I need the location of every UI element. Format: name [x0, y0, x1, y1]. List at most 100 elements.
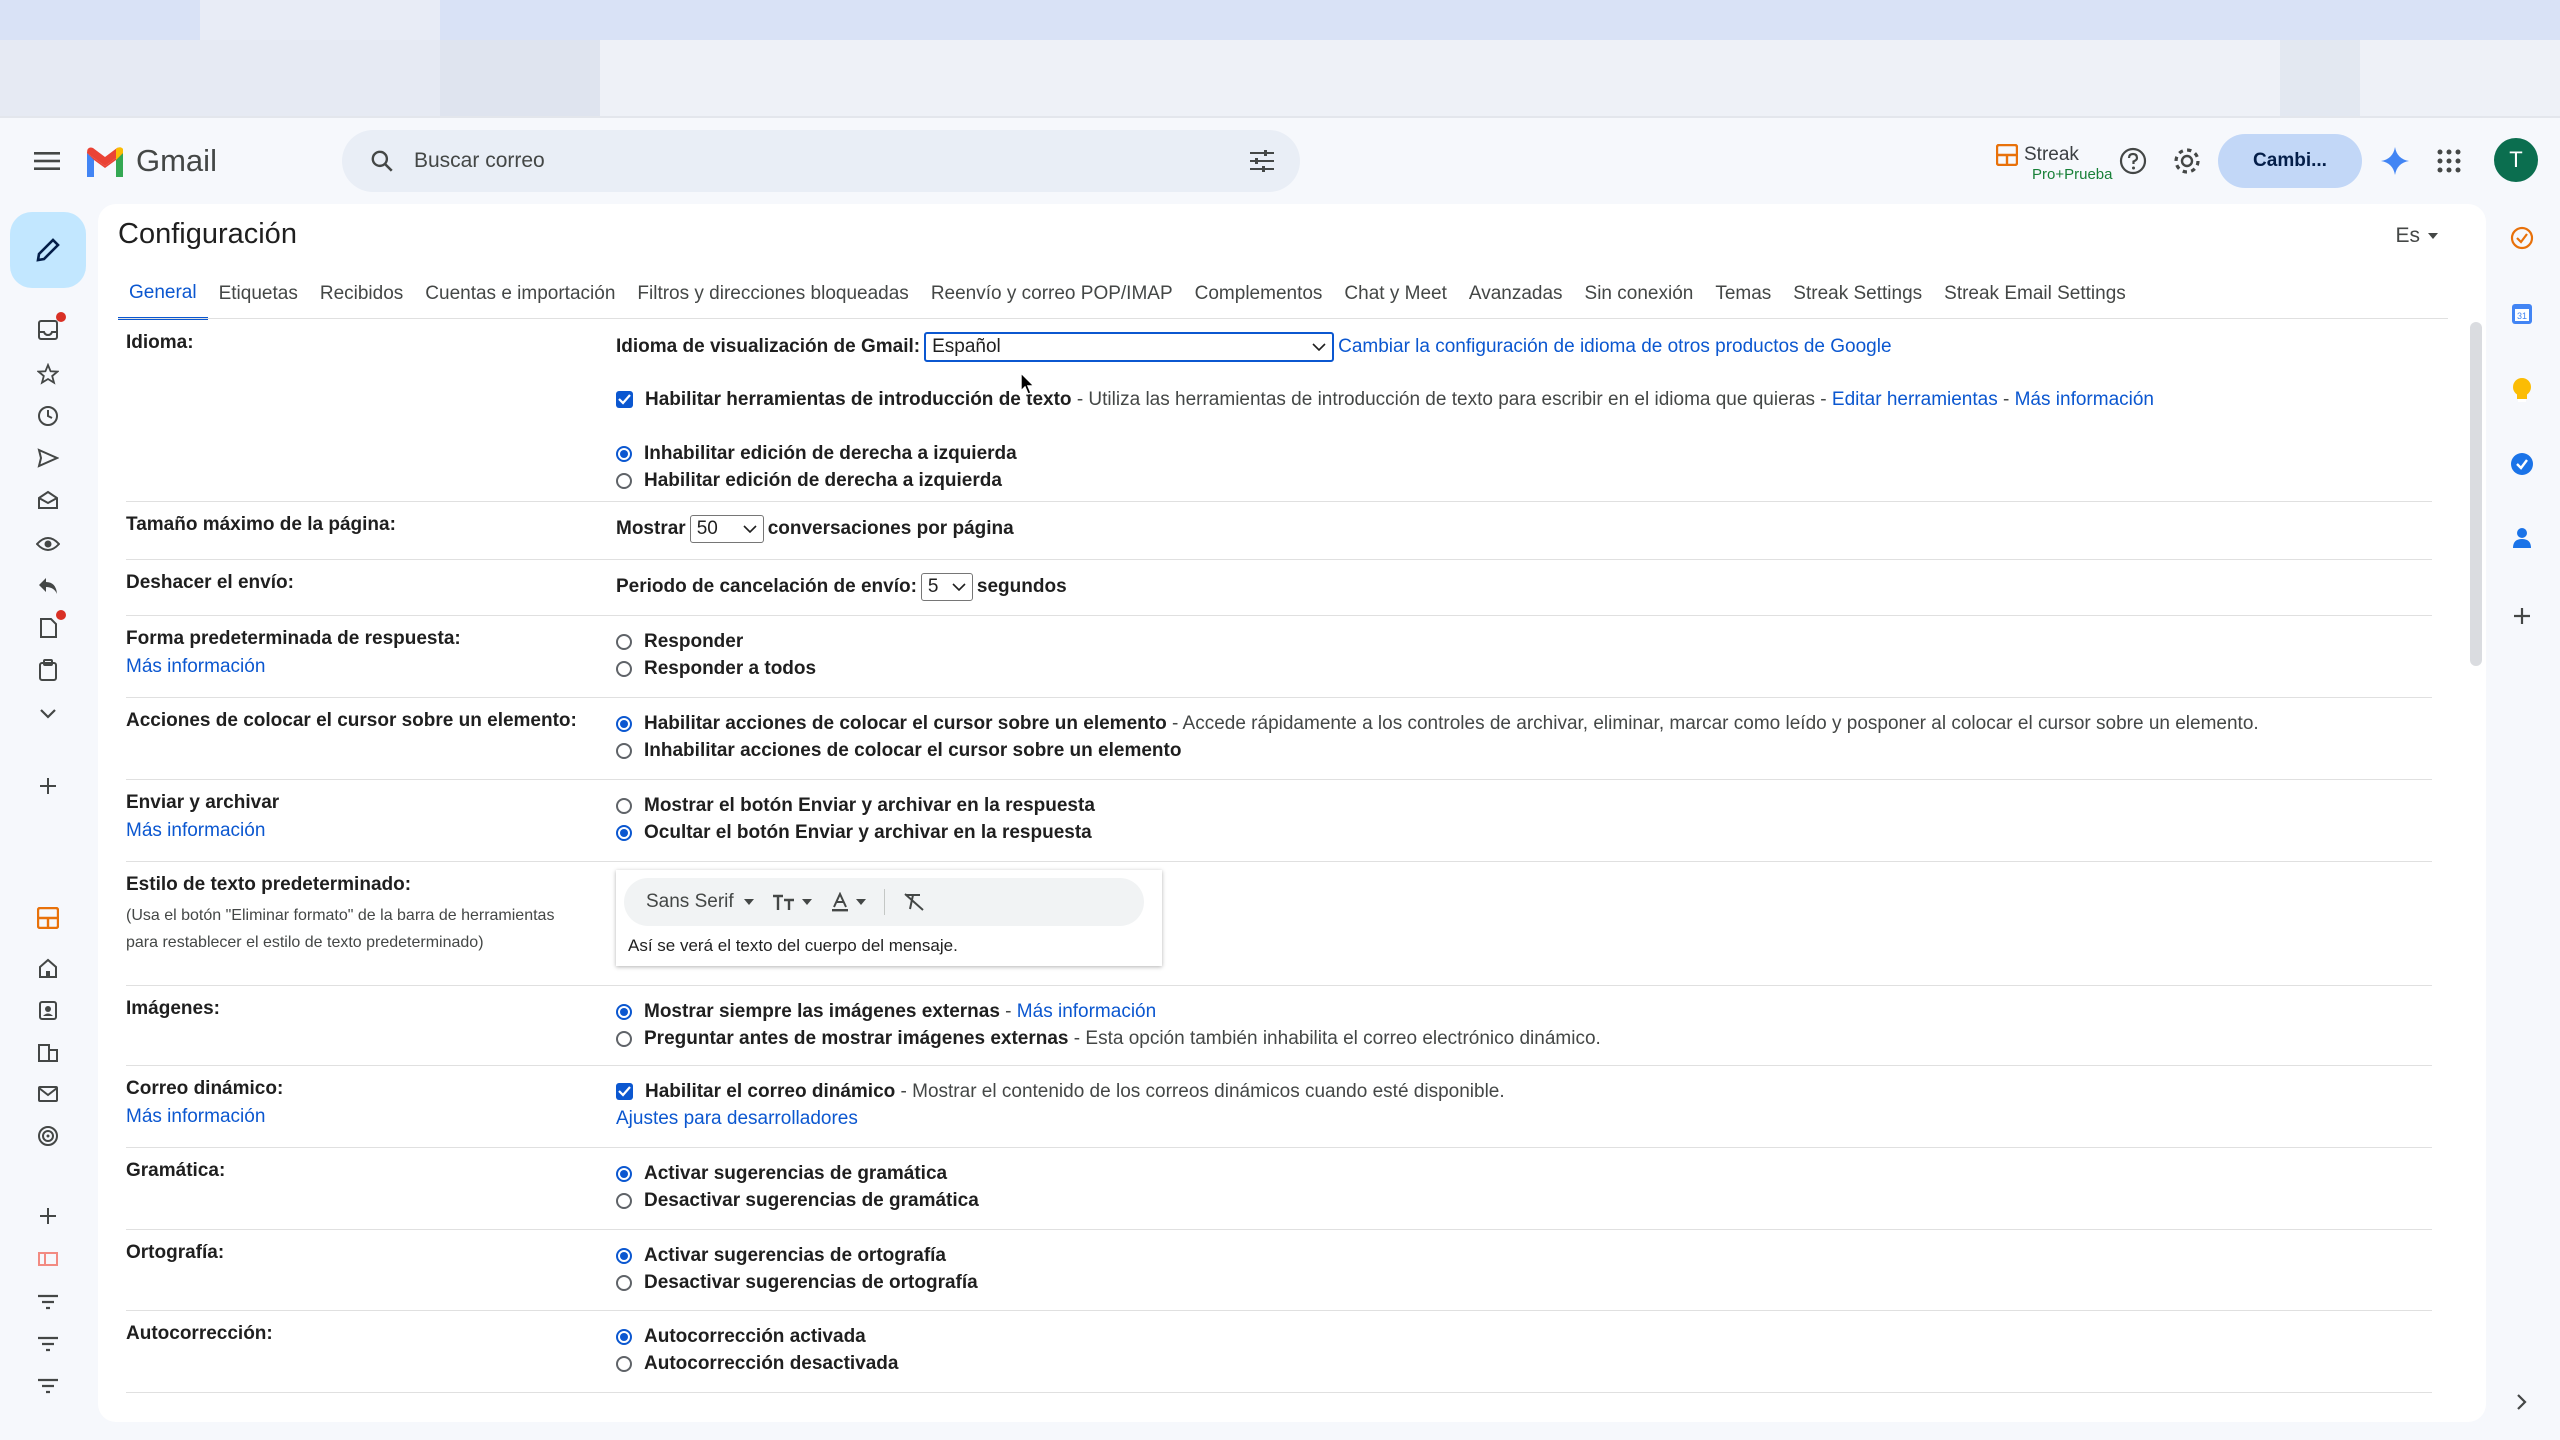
filter-button[interactable]	[28, 1282, 68, 1322]
gmail-logo[interactable]: Gmail	[84, 138, 217, 184]
grammar-off-option[interactable]: Desactivar sugerencias de gramática	[616, 1187, 2426, 1214]
radio-button[interactable]	[616, 742, 632, 759]
tasks-button[interactable]	[2502, 444, 2542, 484]
radio-button[interactable]	[616, 472, 632, 489]
page-size-select[interactable]: 50	[689, 515, 764, 543]
radio-button[interactable]	[616, 1247, 632, 1264]
organizations-button[interactable]	[28, 1032, 68, 1072]
tracking-button[interactable]	[28, 1116, 68, 1156]
compose-button[interactable]	[10, 212, 86, 288]
tab-themes[interactable]: Temas	[1704, 268, 1782, 320]
streak-tasks-button[interactable]	[2502, 218, 2542, 258]
gemini-button[interactable]	[2374, 140, 2416, 182]
tab-forwarding[interactable]: Reenvío y correo POP/IMAP	[920, 268, 1184, 320]
sent-button[interactable]	[28, 438, 68, 478]
calendar-button[interactable]: 31	[2502, 294, 2542, 334]
contacts-panel-button[interactable]	[2502, 518, 2542, 558]
tab-general[interactable]: General	[118, 268, 208, 320]
settings-scrollbar[interactable]	[2470, 322, 2482, 666]
more-info-link[interactable]: Más información	[126, 820, 596, 842]
more-button[interactable]	[28, 694, 68, 734]
radio-button[interactable]	[616, 715, 632, 732]
pipeline-button[interactable]	[28, 1240, 68, 1280]
radio-button[interactable]	[616, 824, 632, 841]
developer-settings-link[interactable]: Ajustes para desarrolladores	[616, 1108, 858, 1130]
font-size-button[interactable]	[772, 893, 812, 911]
radio-button[interactable]	[616, 1355, 632, 1372]
radio-button[interactable]	[616, 1328, 632, 1345]
remove-format-button[interactable]	[903, 892, 925, 912]
radio-button[interactable]	[616, 1030, 632, 1047]
undo-send-select[interactable]: 5	[920, 573, 973, 601]
rtl-option-2[interactable]: Habilitar edición de derecha a izquierda	[616, 467, 2426, 494]
radio-button[interactable]	[616, 633, 632, 650]
streak-views-button[interactable]	[28, 524, 68, 564]
autocorrect-on-option[interactable]: Autocorrección activada	[616, 1323, 2426, 1350]
tab-chat-meet[interactable]: Chat y Meet	[1333, 268, 1457, 320]
change-language-link[interactable]: Cambiar la configuración de idioma de ot…	[1338, 336, 1891, 358]
filter-button[interactable]	[28, 1324, 68, 1364]
drafts-button[interactable]	[28, 608, 68, 648]
input-tools-checkbox[interactable]	[616, 391, 633, 408]
tab-offline[interactable]: Sin conexión	[1574, 268, 1705, 320]
add-label-button[interactable]	[28, 766, 68, 806]
edit-tools-link[interactable]: Editar herramientas	[1832, 389, 1998, 411]
images-always-option[interactable]: Mostrar siempre las imágenes externas - …	[616, 998, 2426, 1025]
images-ask-option[interactable]: Preguntar antes de mostrar imágenes exte…	[616, 1025, 2426, 1052]
more-info-link[interactable]: Más información	[2015, 389, 2154, 411]
radio-button[interactable]	[616, 660, 632, 677]
tab-addons[interactable]: Complementos	[1184, 268, 1334, 320]
add-pipeline-button[interactable]	[28, 1196, 68, 1236]
main-menu-button[interactable]	[24, 138, 70, 184]
search-input[interactable]	[414, 149, 1194, 173]
tab-labels[interactable]: Etiquetas	[208, 268, 309, 320]
hover-disable-option[interactable]: Inhabilitar acciones de colocar el curso…	[616, 737, 2426, 764]
radio-button[interactable]	[616, 1274, 632, 1291]
account-switch-button[interactable]: Cambi...	[2218, 134, 2362, 188]
spelling-off-option[interactable]: Desactivar sugerencias de ortografía	[616, 1269, 2426, 1296]
radio-button[interactable]	[616, 445, 632, 462]
send-archive-hide-option[interactable]: Ocultar el botón Enviar y archivar en la…	[616, 819, 2426, 846]
keep-button[interactable]	[2502, 370, 2542, 410]
tab-filters[interactable]: Filtros y direcciones bloqueadas	[626, 268, 919, 320]
home-button[interactable]	[28, 948, 68, 988]
help-button[interactable]	[2112, 140, 2154, 182]
settings-button[interactable]	[2166, 140, 2208, 182]
spelling-on-option[interactable]: Activar sugerencias de ortografía	[616, 1242, 2426, 1269]
snoozed-button[interactable]	[28, 396, 68, 436]
text-color-button[interactable]	[830, 892, 866, 912]
rtl-option-1[interactable]: Inhabilitar edición de derecha a izquier…	[616, 440, 2426, 467]
send-archive-show-option[interactable]: Mostrar el botón Enviar y archivar en la…	[616, 792, 2426, 819]
search-icon[interactable]	[362, 141, 402, 181]
tab-accounts[interactable]: Cuentas e importación	[414, 268, 626, 320]
mail-merge-button[interactable]	[28, 1074, 68, 1114]
radio-button[interactable]	[616, 797, 632, 814]
streak-home-button[interactable]	[28, 898, 68, 938]
search-options-icon[interactable]	[1242, 141, 1282, 181]
display-language-select[interactable]: Español	[924, 332, 1335, 362]
more-info-link[interactable]: Más información	[126, 656, 596, 678]
inbox-button[interactable]	[28, 310, 68, 350]
radio-button[interactable]	[616, 1003, 632, 1020]
grammar-on-option[interactable]: Activar sugerencias de gramática	[616, 1160, 2426, 1187]
dynamic-email-checkbox[interactable]	[616, 1083, 633, 1100]
reply-option[interactable]: Responder	[616, 628, 2426, 655]
hover-enable-option[interactable]: Habilitar acciones de colocar el cursor …	[616, 710, 2426, 737]
input-language-toggle[interactable]: Es	[2395, 224, 2438, 248]
tab-streak-email-settings[interactable]: Streak Email Settings	[1933, 268, 2137, 320]
starred-button[interactable]	[28, 354, 68, 394]
streak-button[interactable]: Streak Pro+Prueba	[1996, 144, 2112, 183]
filter-button[interactable]	[28, 1366, 68, 1406]
more-info-link[interactable]: Más información	[1017, 1001, 1156, 1023]
tab-streak-settings[interactable]: Streak Settings	[1782, 268, 1933, 320]
apps-button[interactable]	[2428, 140, 2470, 182]
clipboard-button[interactable]	[28, 650, 68, 690]
autocorrect-off-option[interactable]: Autocorrección desactivada	[616, 1350, 2426, 1377]
contacts-button[interactable]	[28, 990, 68, 1030]
all-mail-button[interactable]	[28, 480, 68, 520]
more-info-link[interactable]: Más información	[126, 1106, 596, 1128]
reply-all-option[interactable]: Responder a todos	[616, 655, 2426, 682]
tab-inbox[interactable]: Recibidos	[309, 268, 414, 320]
font-family-select[interactable]: Sans Serif	[646, 891, 754, 913]
hide-side-panel-button[interactable]	[2502, 1382, 2542, 1422]
